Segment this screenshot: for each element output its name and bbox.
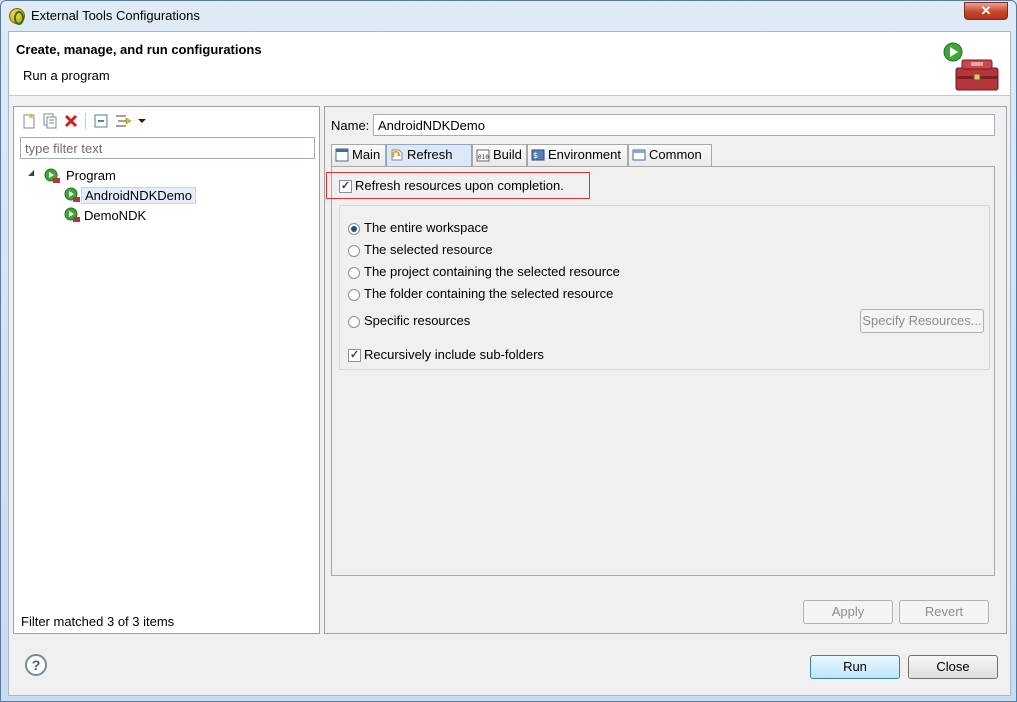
common-icon (632, 149, 646, 161)
window-title: External Tools Configurations (31, 8, 200, 23)
collapse-all-icon[interactable] (92, 112, 110, 130)
tree-item-androidndkdemo[interactable]: AndroidNDKDemo (81, 186, 196, 205)
launch-config-icon (64, 187, 80, 202)
filter-input[interactable] (20, 137, 315, 159)
tab-label: Refresh (407, 147, 453, 162)
dialog-header: Create, manage, and run configurations R… (9, 32, 1010, 96)
configurations-pane: ◢ Program AndroidNDKDemo DemoNDK (13, 106, 320, 634)
header-title: Create, manage, and run configurations (16, 42, 262, 57)
radio-label: The project containing the selected reso… (364, 264, 620, 279)
run-button[interactable]: Run (810, 655, 900, 679)
tree-item-label: AndroidNDKDemo (81, 187, 196, 204)
build-icon: 010 (476, 149, 490, 162)
refresh-resources-label: Refresh resources upon completion. (355, 178, 564, 193)
specify-resources-button[interactable]: Specify Resources... (860, 309, 984, 333)
configuration-editor: Name: Main Refresh (324, 106, 1007, 634)
main-tab-icon (335, 148, 349, 162)
environment-icon: $ (531, 149, 545, 161)
tab-common[interactable]: Common (628, 144, 712, 166)
duplicate-icon[interactable] (41, 112, 59, 130)
tree-item-demondk[interactable]: DemoNDK (81, 206, 149, 225)
radio-label: Specific resources (364, 313, 471, 328)
eclipse-app-icon (9, 8, 25, 25)
launch-config-icon (64, 207, 80, 222)
tab-environment[interactable]: $ Environment (527, 144, 628, 166)
refresh-scope-group: The entire workspace The selected resour… (339, 205, 990, 370)
dialog-window: External Tools Configurations ✕ Create, … (0, 0, 1017, 702)
filter-icon[interactable] (114, 112, 132, 130)
header-subtitle: Run a program (23, 68, 110, 83)
radio-entire-workspace[interactable] (348, 223, 360, 235)
svg-text:010: 010 (478, 154, 489, 161)
toolbar-separator (85, 113, 86, 129)
radio-specific-resources[interactable] (348, 316, 360, 328)
tab-label: Environment (548, 147, 621, 162)
radio-project-containing[interactable] (348, 267, 360, 279)
apply-button[interactable]: Apply (803, 600, 893, 624)
program-type-icon (44, 168, 60, 183)
tree-item-label: DemoNDK (84, 208, 147, 223)
window-close-button[interactable]: ✕ (964, 2, 1008, 20)
dialog-client: Create, manage, and run configurations R… (8, 31, 1011, 696)
revert-button[interactable]: Revert (899, 600, 989, 624)
radio-folder-containing[interactable] (348, 289, 360, 301)
refresh-icon (391, 149, 403, 161)
help-icon[interactable]: ? (25, 654, 47, 676)
tree-expand-icon[interactable]: ◢ (28, 168, 34, 177)
tab-label: Common (649, 147, 702, 162)
tab-label: Main (352, 147, 381, 162)
tree-item-program[interactable]: Program (63, 166, 119, 185)
recursive-checkbox[interactable]: ✓ (348, 349, 361, 362)
radio-label: The selected resource (364, 242, 493, 257)
tab-refresh[interactable]: Refresh (386, 144, 472, 167)
delete-icon[interactable] (62, 112, 80, 130)
tree-item-label: Program (66, 168, 116, 183)
title-bar: External Tools Configurations ✕ (1, 1, 1016, 31)
name-field[interactable] (373, 114, 995, 136)
refresh-resources-checkbox[interactable]: ✓ (339, 180, 352, 193)
filter-status: Filter matched 3 of 3 items (21, 614, 175, 629)
radio-selected-resource[interactable] (348, 245, 360, 257)
view-menu-icon[interactable] (136, 112, 148, 130)
close-button[interactable]: Close (908, 655, 998, 679)
refresh-tab-panel: ✓ Refresh resources upon completion. The… (326, 166, 995, 576)
radio-label: The folder containing the selected resou… (364, 286, 614, 301)
toolbox-run-icon (943, 42, 999, 91)
svg-text:$: $ (533, 151, 538, 160)
radio-label: The entire workspace (364, 220, 489, 235)
name-label: Name: (331, 118, 370, 133)
tab-build[interactable]: 010 Build (472, 144, 527, 166)
tab-main[interactable]: Main (331, 144, 386, 166)
recursive-label: Recursively include sub-folders (364, 347, 544, 362)
tab-label: Build (493, 147, 522, 162)
new-launch-config-icon[interactable] (20, 112, 38, 130)
